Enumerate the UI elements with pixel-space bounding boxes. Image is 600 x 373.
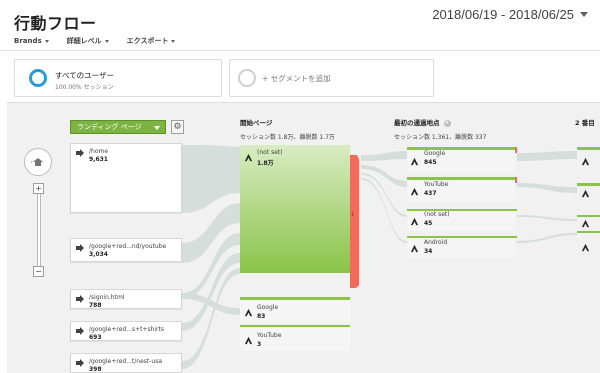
landing-arrow-icon xyxy=(76,295,84,303)
report-toolbar: Brands 詳細レベル エクスポート xyxy=(14,36,176,46)
person-icon xyxy=(581,189,590,198)
brands-menu[interactable]: Brands xyxy=(14,36,49,46)
zoom-slider[interactable] xyxy=(37,194,41,266)
landing-label: /google+red...nd/youtube xyxy=(89,243,167,250)
landing-value: 3,034 xyxy=(89,251,108,258)
segment-all-users[interactable]: すべてのユーザー 100.00% セッション xyxy=(14,59,222,97)
start-column-header: 開始ページ セッション数 1.8万、離脱数 1.7万 xyxy=(240,117,335,141)
chevron-down-icon xyxy=(580,11,588,17)
first-node-label: Android xyxy=(424,239,448,246)
landing-arrow-icon xyxy=(76,149,84,157)
landing-value: 398 xyxy=(89,366,102,373)
person-icon xyxy=(244,153,253,162)
person-icon xyxy=(410,244,419,253)
pan-control[interactable] xyxy=(24,148,52,176)
landing-node-home[interactable]: /home 9,631 xyxy=(70,143,182,213)
start-node-value: 1.8万 xyxy=(257,160,274,167)
start-node-label: (not set) xyxy=(257,149,283,156)
person-icon xyxy=(410,157,419,166)
behavior-flow-canvas[interactable]: + − ランディング ページ ⚙ /home 9,631 /google+red… xyxy=(7,102,600,373)
add-segment-label: + セグメントを追加 xyxy=(262,74,331,83)
dropoff-marker: ↓ xyxy=(350,211,356,218)
chevron-down-icon xyxy=(154,126,160,130)
landing-arrow-icon xyxy=(76,327,84,335)
close-icon[interactable]: × xyxy=(443,119,451,127)
person-icon xyxy=(410,217,419,226)
person-icon xyxy=(581,219,590,228)
chevron-down-icon xyxy=(171,39,176,43)
landing-node-nest[interactable]: /google+red...t/nest-usa 398 xyxy=(70,353,182,373)
landing-value: 788 xyxy=(89,302,102,309)
landing-label: /home xyxy=(89,148,109,155)
add-segment-button[interactable]: + セグメントを追加 xyxy=(229,59,434,97)
first-node-value: 437 xyxy=(424,190,437,197)
first-node-label: YouTube xyxy=(424,181,449,188)
landing-node-youtube[interactable]: /google+red...nd/youtube 3,034 xyxy=(70,238,182,262)
segment-bar: すべてのユーザー 100.00% セッション + セグメントを追加 xyxy=(0,50,600,102)
date-range-text: 2018/06/19 - 2018/06/25 xyxy=(432,6,574,22)
brands-label: Brands xyxy=(14,37,42,45)
start-node-label: YouTube xyxy=(257,332,282,339)
dimension-select-label: ランディング ページ xyxy=(77,123,142,131)
empty-ring-icon xyxy=(238,69,256,87)
home-icon xyxy=(31,158,43,166)
export-menu[interactable]: エクスポート xyxy=(127,36,176,46)
first-node-value: 34 xyxy=(424,248,433,255)
start-column-stats: セッション数 1.8万、離脱数 1.7万 xyxy=(240,134,335,141)
segment-ring-icon xyxy=(29,69,47,87)
first-interaction-title: 最初の通過地点 xyxy=(394,119,440,127)
person-icon xyxy=(244,308,253,317)
landing-arrow-icon xyxy=(76,244,84,252)
landing-label: /google+red...s+t+shirts xyxy=(89,326,164,333)
landing-node-signin[interactable]: /signin.html 788 xyxy=(70,289,182,309)
start-node-label: Google xyxy=(257,304,279,311)
first-node-value: 845 xyxy=(424,159,437,166)
page-title: 行動フロー xyxy=(14,14,97,33)
landing-node-shirts[interactable]: /google+red...s+t+shirts 693 xyxy=(70,321,182,341)
person-icon xyxy=(244,336,253,345)
dimension-select[interactable]: ランディング ページ xyxy=(70,120,166,134)
landing-label: /signin.html xyxy=(89,294,125,301)
start-node-value: 3 xyxy=(257,341,262,348)
chevron-down-icon xyxy=(44,39,49,43)
date-range-picker[interactable]: 2018/06/19 - 2018/06/25 xyxy=(428,4,592,24)
person-icon xyxy=(581,157,590,166)
landing-label: /google+red...t/nest-usa xyxy=(89,358,163,365)
landing-value: 693 xyxy=(89,334,102,341)
detail-level-menu[interactable]: 詳細レベル xyxy=(67,36,109,46)
second-interaction-title: 2 番目 xyxy=(575,119,595,127)
start-node-value: 83 xyxy=(257,313,266,320)
start-column-title: 開始ページ xyxy=(240,119,273,127)
first-node-label: Google xyxy=(424,150,446,157)
zoom-out-button[interactable]: − xyxy=(33,266,44,277)
gear-icon[interactable]: ⚙ xyxy=(171,120,184,134)
second-interaction-header: 2 番目 xyxy=(575,117,595,127)
segment-percent: 100.00% セッション xyxy=(55,84,114,91)
detail-level-label: 詳細レベル xyxy=(66,37,102,45)
landing-value: 9,631 xyxy=(89,156,108,163)
first-interaction-header: 最初の通過地点 × セッション数 1,361、離脱数 337 xyxy=(394,117,486,141)
first-node-value: 45 xyxy=(424,220,433,227)
landing-arrow-icon xyxy=(76,359,84,367)
chevron-down-icon xyxy=(104,39,109,43)
export-label: エクスポート xyxy=(126,37,169,45)
person-icon xyxy=(410,187,419,196)
segment-name: すべてのユーザー xyxy=(55,71,115,80)
first-node-label: (not set) xyxy=(424,211,450,218)
zoom-in-button[interactable]: + xyxy=(33,183,44,194)
first-interaction-stats: セッション数 1,361、離脱数 337 xyxy=(394,134,487,141)
person-icon xyxy=(581,243,590,252)
